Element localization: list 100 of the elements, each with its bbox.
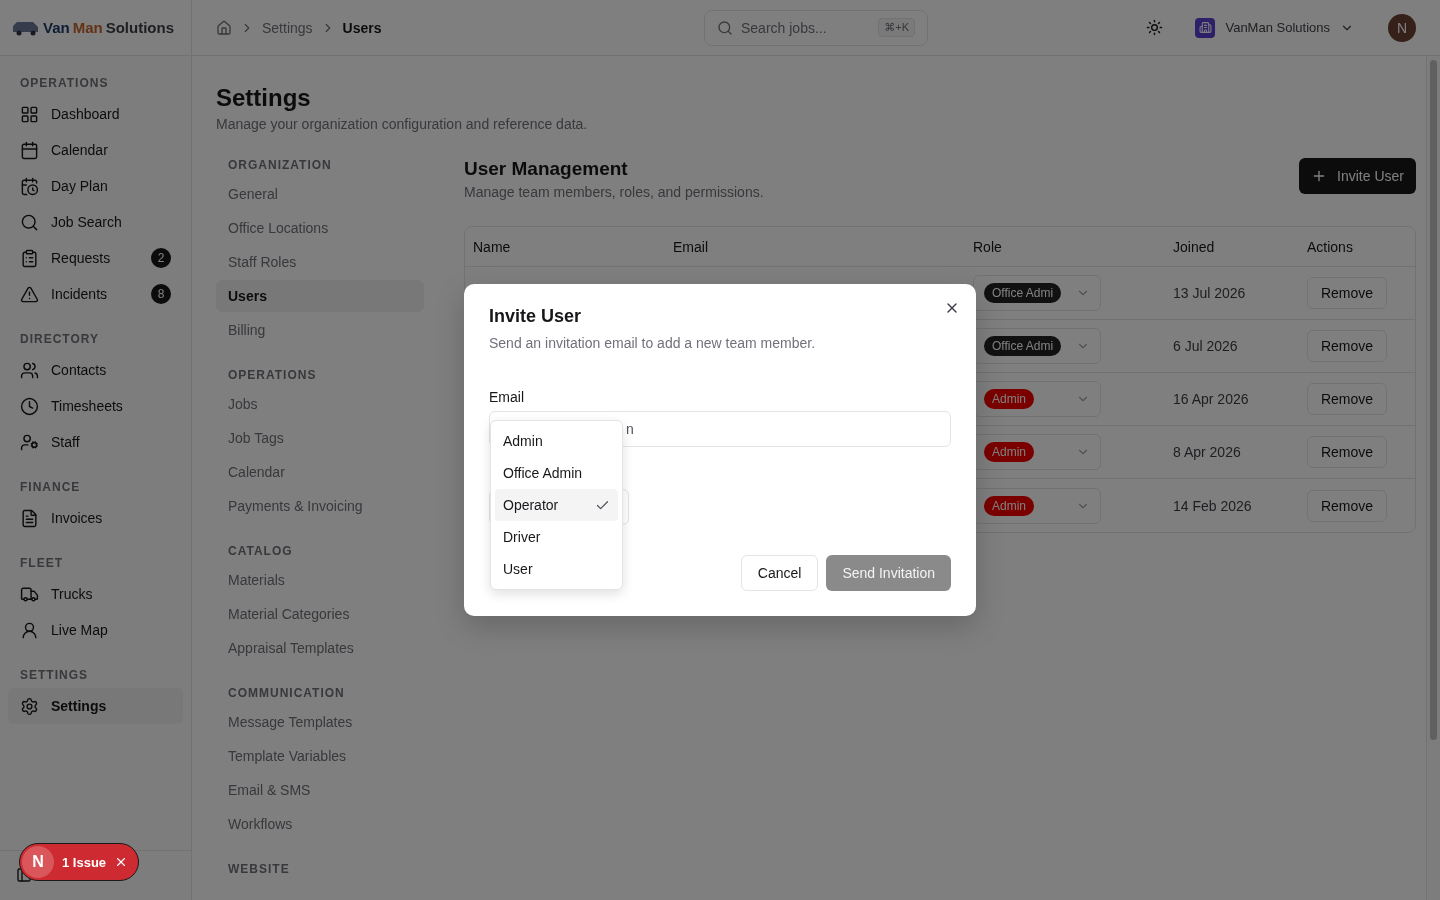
cancel-button[interactable]: Cancel: [740, 555, 819, 591]
sidebar-item[interactable]: Invoices: [8, 500, 183, 536]
column-header: Actions: [1307, 238, 1354, 255]
remove-button[interactable]: Remove: [1307, 436, 1387, 468]
settings-section-title: OPERATIONS: [227, 368, 318, 384]
remove-button[interactable]: Remove: [1307, 277, 1387, 309]
count-badge: 8: [151, 284, 171, 304]
sidebar-item[interactable]: Timesheets: [8, 388, 183, 424]
remove-button[interactable]: Remove: [1307, 330, 1387, 362]
issue-badge[interactable]: N 1 Issue: [19, 843, 140, 881]
settings-nav-item[interactable]: Workflows: [216, 808, 424, 840]
issue-logo: N: [22, 846, 54, 878]
column-header: Name: [473, 238, 512, 255]
settings-section-title: ORGANIZATION: [227, 158, 333, 174]
sidebar-item[interactable]: Trucks: [8, 576, 183, 612]
remove-button[interactable]: Remove: [1307, 489, 1387, 522]
person-icon: [20, 620, 39, 640]
settings-nav-item[interactable]: Staff Roles: [216, 246, 424, 278]
role-tag: Admin: [984, 495, 1034, 516]
sidebar-item[interactable]: Contacts: [8, 352, 183, 388]
joined-date: 8 Apr 2026: [1173, 444, 1242, 460]
section-title: User Management: [464, 158, 629, 180]
settings-nav-item[interactable]: Template Variables: [216, 740, 424, 772]
joined-date: 13 Jul 2026: [1173, 285, 1247, 301]
section-subtitle: Manage team members, roles, and permissions.: [464, 184, 764, 200]
joined-date: 6 Jul 2026: [1173, 338, 1239, 354]
column-header: Joined: [1173, 238, 1216, 255]
issue-count: 1 Issue: [62, 854, 107, 870]
calendar-clock-icon: [20, 176, 39, 196]
page-title: Settings: [216, 84, 312, 112]
shortcut-key: ⌘+K: [878, 18, 915, 37]
role-option[interactable]: Office Admin: [495, 457, 618, 489]
sidebar-item[interactable]: Settings: [8, 688, 183, 724]
settings-nav-item[interactable]: Job Tags: [216, 422, 424, 454]
logo-text: Solutions: [105, 19, 174, 36]
search-field[interactable]: Search jobs... ⌘+K: [704, 9, 928, 46]
role-option[interactable]: Driver: [495, 521, 618, 553]
organization-switcher[interactable]: VanMan Solutions: [1189, 16, 1360, 39]
building-icon: [1195, 17, 1216, 38]
settings-section-title: COMMUNICATION: [227, 686, 346, 702]
sun-icon[interactable]: [1146, 19, 1164, 36]
sidebar-item[interactable]: Job Search: [8, 204, 183, 240]
truck-icon: [20, 584, 39, 604]
settings-nav-item[interactable]: Users: [216, 280, 424, 312]
home-icon[interactable]: [216, 19, 232, 36]
warning-icon: [20, 284, 39, 304]
sidebar-item[interactable]: Incidents 8: [8, 276, 183, 312]
role-option[interactable]: User: [495, 553, 618, 585]
role-option[interactable]: Operator: [495, 489, 618, 521]
role-select[interactable]: Office Admi: [973, 275, 1101, 311]
logo-text: Man: [72, 19, 103, 36]
sidebar-section-title: SETTINGS: [19, 668, 89, 684]
joined-date: 16 Apr 2026: [1173, 391, 1250, 407]
document-icon: [20, 508, 39, 528]
clipboard-icon: [20, 248, 39, 268]
scrollbar-thumb[interactable]: [1430, 60, 1437, 740]
dialog-title: Invite User: [489, 306, 583, 327]
breadcrumb-item[interactable]: Users: [342, 19, 382, 36]
sidebar-item[interactable]: Day Plan: [8, 168, 183, 204]
settings-section-title: WEBSITE: [227, 862, 291, 878]
logo-text: Van: [43, 19, 70, 36]
sidebar-section-title: OPERATIONS: [19, 76, 110, 92]
settings-nav-item[interactable]: General: [216, 178, 424, 210]
settings-nav-item[interactable]: Calendar: [216, 456, 424, 488]
sidebar-item[interactable]: Requests 2: [8, 240, 183, 276]
calendar-icon: [20, 140, 39, 160]
user-avatar[interactable]: N: [1388, 13, 1416, 42]
user-gear-icon: [20, 432, 39, 452]
people-icon: [20, 360, 39, 380]
settings-nav-item[interactable]: Materials: [216, 564, 424, 596]
search-icon: [717, 19, 733, 36]
breadcrumb-item[interactable]: Settings: [262, 19, 313, 36]
role-tag: Admin: [984, 389, 1034, 409]
sidebar-section-title: FINANCE: [19, 480, 82, 496]
settings-nav-item[interactable]: Email & SMS: [216, 774, 424, 806]
role-tag: Office Admi: [984, 336, 1062, 356]
column-header: Role: [973, 238, 1003, 255]
dialog-subtitle: Send an invitation email to add a new team member.: [489, 335, 817, 351]
role-tag: Office Admi: [984, 283, 1062, 303]
sidebar-section-title: DIRECTORY: [19, 332, 100, 348]
sidebar-item[interactable]: Calendar: [8, 132, 183, 168]
sidebar-section-title: FLEET: [19, 556, 64, 572]
settings-icon: [20, 696, 39, 716]
column-header: Email: [673, 238, 709, 255]
invite-user-button[interactable]: Invite User: [1299, 158, 1416, 194]
grid-icon: [20, 104, 39, 124]
settings-nav-item[interactable]: Message Templates: [216, 706, 424, 738]
sidebar-item[interactable]: Dashboard: [8, 96, 183, 132]
settings-nav-item[interactable]: Payments & Invoicing: [216, 490, 424, 522]
van-logo-icon: [12, 19, 40, 36]
search-placeholder: Search jobs...: [741, 19, 827, 36]
settings-nav-item[interactable]: Billing: [216, 314, 424, 346]
remove-button[interactable]: Remove: [1307, 383, 1387, 415]
settings-nav-item[interactable]: Office Locations: [216, 212, 424, 244]
settings-nav-item[interactable]: Jobs: [216, 388, 424, 420]
search-icon: [20, 212, 39, 232]
settings-nav-item[interactable]: Appraisal Templates: [216, 632, 424, 664]
settings-nav-item[interactable]: Material Categories: [216, 598, 424, 630]
sidebar-item[interactable]: Live Map: [8, 612, 183, 648]
sidebar-item[interactable]: Staff: [8, 424, 183, 460]
